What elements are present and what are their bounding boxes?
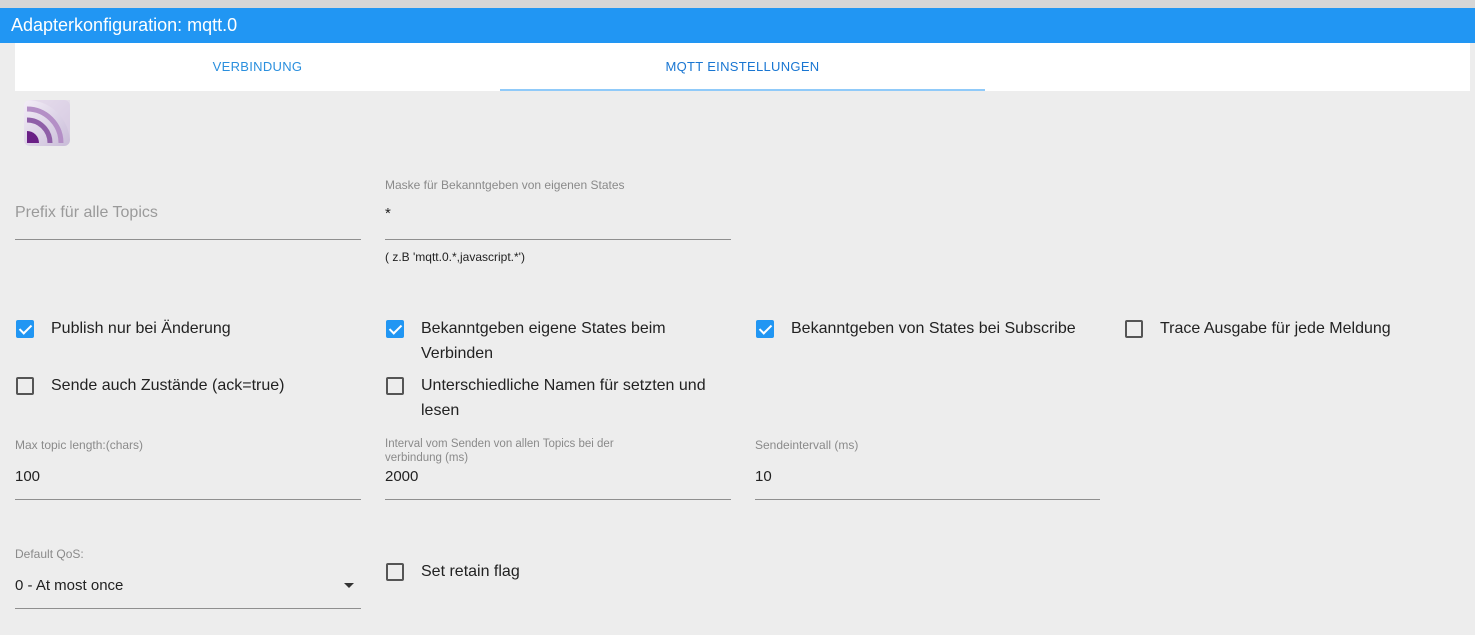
max-topic-length-field[interactable]: Max topic length:(chars) 100	[15, 436, 361, 502]
default-qos-label: Default QoS:	[15, 547, 84, 561]
checkbox-label: Bekanntgeben von States bei Subscribe	[791, 320, 1076, 337]
default-qos-value: 0 - At most once	[15, 577, 124, 594]
send-ack-states-checkbox[interactable]: Sende auch Zustände (ack=true)	[16, 376, 356, 398]
trace-output-checkbox[interactable]: Trace Ausgabe für jede Meldung	[1125, 319, 1465, 341]
publish-on-subscribe-checkbox[interactable]: Bekanntgeben von States bei Subscribe	[756, 319, 1116, 341]
checkbox-label: Publish nur bei Änderung	[51, 320, 231, 337]
checkbox-checked-icon	[756, 320, 774, 338]
active-tab-indicator	[500, 89, 985, 91]
default-qos-select[interactable]: Default QoS: 0 - At most once	[15, 546, 361, 612]
checkbox-checked-icon	[386, 320, 404, 338]
mask-underline	[385, 239, 731, 240]
dropdown-arrow-icon	[344, 583, 354, 588]
dialog-title: Adapterkonfiguration: mqtt.0	[11, 15, 238, 35]
tab-bar: VERBINDUNG MQTT EINSTELLUNGEN	[15, 43, 1470, 91]
prefix-field[interactable]: Prefix für alle Topics	[15, 175, 361, 241]
mask-helper-text: ( z.B 'mqtt.0.*,javascript.*')	[385, 250, 525, 264]
checkbox-unchecked-icon	[1125, 320, 1143, 338]
publish-on-change-checkbox[interactable]: Publish nur bei Änderung	[16, 319, 356, 341]
checkbox-checked-icon	[16, 320, 34, 338]
dialog-title-bar: Adapterkonfiguration: mqtt.0	[0, 8, 1475, 43]
mqtt-logo-icon	[24, 100, 70, 146]
retain-flag-checkbox[interactable]: Set retain flag	[386, 562, 716, 584]
checkbox-label: Set retain flag	[421, 563, 520, 580]
tab-verbindung[interactable]: VERBINDUNG	[15, 43, 500, 91]
max-topic-length-value: 100	[15, 468, 41, 485]
checkbox-unchecked-icon	[386, 563, 404, 581]
interval-all-topics-field[interactable]: Interval vom Senden von allen Topics bei…	[385, 436, 731, 502]
send-interval-label: Sendeintervall (ms)	[755, 438, 859, 452]
different-names-checkbox[interactable]: Unterschiedliche Namen für setzten und l…	[386, 376, 716, 423]
checkbox-unchecked-icon	[16, 377, 34, 395]
window-top-border	[0, 0, 1475, 8]
interval-all-topics-label: Interval vom Senden von allen Topics bei…	[385, 438, 614, 464]
default-qos-underline	[15, 608, 361, 609]
interval-all-topics-underline	[385, 499, 731, 500]
max-topic-length-underline	[15, 499, 361, 500]
max-topic-length-label: Max topic length:(chars)	[15, 438, 144, 452]
send-interval-field[interactable]: Sendeintervall (ms) 10	[755, 436, 1100, 502]
prefix-placeholder: Prefix für alle Topics	[15, 204, 158, 221]
send-interval-underline	[755, 499, 1100, 500]
mask-value: *	[385, 205, 391, 222]
prefix-underline	[15, 239, 361, 240]
checkbox-label: Bekanntgeben eigene States beim Verbinde…	[421, 320, 666, 362]
checkbox-unchecked-icon	[386, 377, 404, 395]
checkbox-label: Sende auch Zustände (ack=true)	[51, 377, 285, 394]
send-interval-value: 10	[755, 468, 772, 485]
mask-label: Maske für Bekanntgeben von eigenen State…	[385, 178, 625, 192]
mask-field[interactable]: Maske für Bekanntgeben von eigenen State…	[385, 175, 731, 241]
checkbox-label: Trace Ausgabe für jede Meldung	[1160, 320, 1391, 337]
tab-mqtt-einstellungen[interactable]: MQTT EINSTELLUNGEN	[500, 43, 985, 91]
publish-own-states-checkbox[interactable]: Bekanntgeben eigene States beim Verbinde…	[386, 319, 716, 366]
interval-all-topics-value: 2000	[385, 468, 419, 485]
checkbox-label: Unterschiedliche Namen für setzten und l…	[421, 377, 706, 419]
